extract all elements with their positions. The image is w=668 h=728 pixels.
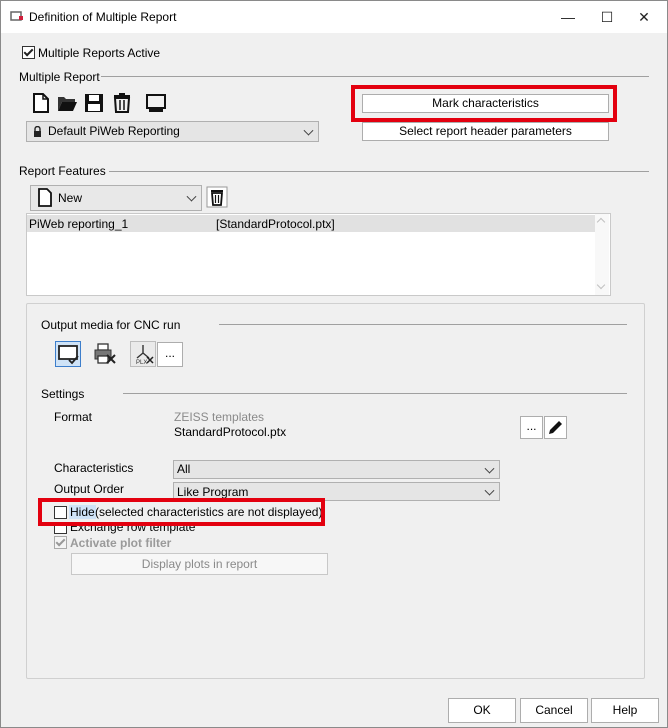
chevron-down-icon — [484, 485, 495, 496]
settings-section-label: Settings — [41, 387, 85, 401]
divider — [101, 76, 649, 77]
format-file-text: StandardProtocol.ptx — [174, 425, 287, 439]
report-features-list: PiWeb reporting_1 [StandardProtocol.ptx] — [26, 213, 611, 296]
chevron-down-icon — [186, 191, 197, 202]
delete-icon[interactable] — [111, 92, 133, 114]
divider — [219, 324, 627, 325]
report-selector-value: Default PiWeb Reporting — [48, 124, 180, 138]
feature-type-value: New — [58, 191, 83, 205]
pencil-icon[interactable] — [544, 416, 567, 439]
characteristics-combo[interactable]: All — [173, 460, 500, 479]
output-media-more-button[interactable]: ... — [157, 342, 183, 367]
lock-icon — [34, 126, 41, 137]
new-document-icon — [38, 188, 52, 207]
multiple-reports-active-checkbox[interactable] — [22, 46, 35, 59]
report-features-section-label: Report Features — [19, 164, 106, 178]
list-item[interactable]: PiWeb reporting_1 [StandardProtocol.ptx] — [27, 215, 595, 232]
open-folder-icon[interactable] — [56, 92, 78, 114]
list-item-template: [StandardProtocol.ptx] — [216, 217, 335, 231]
format-more-button[interactable]: ... — [520, 416, 543, 439]
highlight-box — [38, 498, 325, 526]
help-button[interactable]: Help — [591, 698, 659, 723]
activate-plot-filter-label: Activate plot filter — [70, 536, 172, 550]
select-report-header-parameters-button[interactable]: Select report header parameters — [362, 122, 609, 141]
screen-output-icon[interactable] — [55, 341, 81, 367]
svg-text:PLX: PLX — [136, 360, 147, 366]
characteristics-value: All — [177, 462, 191, 476]
chevron-down-icon — [303, 125, 314, 136]
window-title: Definition of Multiple Report — [29, 10, 177, 24]
printer-off-icon[interactable] — [91, 341, 117, 367]
report-selector-combo[interactable]: Default PiWeb Reporting — [26, 121, 319, 142]
ok-button[interactable]: OK — [448, 698, 516, 723]
chevron-down-icon[interactable] — [596, 280, 606, 290]
list-item-name: PiWeb reporting_1 — [29, 217, 129, 231]
maximize-button[interactable]: ☐ — [593, 6, 621, 28]
plx-export-icon[interactable]: PLX — [130, 341, 156, 367]
feature-type-combo[interactable]: New — [30, 185, 202, 211]
title-bar: Definition of Multiple Report — ☐ ✕ — [1, 1, 667, 33]
output-order-label: Output Order — [54, 482, 125, 496]
chevron-down-icon — [484, 463, 495, 474]
minimize-button[interactable]: — — [554, 6, 582, 28]
cancel-button[interactable]: Cancel — [520, 698, 588, 723]
multiple-reports-active-label: Multiple Reports Active — [38, 46, 161, 60]
dialog-window: Definition of Multiple Report — ☐ ✕ Mult… — [0, 0, 668, 728]
characteristics-label: Characteristics — [54, 461, 134, 475]
divider — [109, 171, 649, 172]
delete-feature-icon[interactable] — [206, 186, 228, 208]
activate-plot-filter-checkbox[interactable] — [54, 536, 67, 549]
app-icon — [10, 11, 23, 21]
display-plots-button[interactable]: Display plots in report — [71, 553, 328, 575]
multiple-report-section-label: Multiple Report — [19, 70, 100, 84]
close-button[interactable]: ✕ — [630, 6, 658, 28]
scrollbar[interactable] — [595, 214, 609, 295]
format-group-text: ZEISS templates — [174, 410, 265, 424]
output-order-value: Like Program — [177, 485, 249, 499]
highlight-box — [351, 85, 617, 122]
monitor-icon[interactable] — [145, 92, 167, 114]
new-document-icon[interactable] — [30, 92, 52, 114]
format-label: Format — [54, 410, 93, 424]
divider — [123, 393, 627, 394]
output-media-section-label: Output media for CNC run — [41, 318, 181, 332]
save-icon[interactable] — [83, 92, 105, 114]
chevron-up-icon[interactable] — [596, 217, 606, 227]
